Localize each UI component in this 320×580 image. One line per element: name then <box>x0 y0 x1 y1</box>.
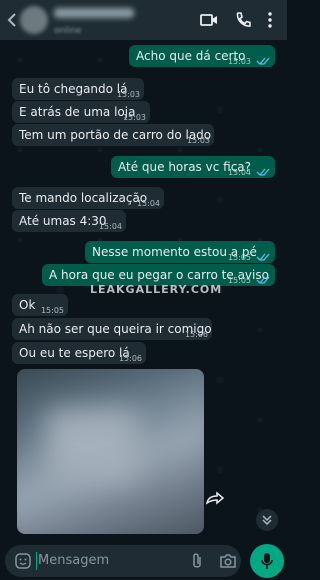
message-time: 15:05 <box>40 306 64 315</box>
attach-icon[interactable] <box>190 552 204 570</box>
message-outgoing[interactable]: Nesse momento estou a pé 15:05 <box>85 241 275 263</box>
contact-status: online <box>54 26 82 36</box>
message-time: 15:03 <box>116 90 140 99</box>
message-outgoing[interactable]: Até que horas vc fica? 15:04 <box>111 156 275 178</box>
microphone-icon <box>260 552 274 570</box>
message-text: Ou eu te espero lá <box>19 346 130 360</box>
message-incoming[interactable]: Ah não ser que queira ir comigo 15:06 <box>12 318 212 340</box>
voice-message-button[interactable] <box>250 544 284 578</box>
message-time: 15:03 <box>227 57 251 66</box>
message-incoming[interactable]: Tem um portão de carro do lado 15:03 <box>12 124 214 146</box>
emoji-icon[interactable] <box>14 552 32 570</box>
message-text: Tem um portão de carro do lado <box>19 128 212 142</box>
video-call-icon[interactable] <box>199 10 219 30</box>
back-arrow-icon[interactable] <box>4 10 20 30</box>
read-ticks-icon <box>256 253 270 261</box>
watermark: LEAKGALLERY.COM <box>90 283 223 296</box>
message-text: Te mando localização <box>19 191 148 205</box>
message-incoming[interactable]: E atrás de uma loja 15:03 <box>12 101 150 123</box>
voice-call-icon[interactable] <box>233 10 253 30</box>
message-incoming[interactable]: Eu tô chegando lá 15:03 <box>12 78 144 100</box>
message-time: 15:06 <box>118 354 142 363</box>
chevron-down-double-icon <box>262 515 272 526</box>
message-time: 15:03 <box>186 136 210 145</box>
message-composer[interactable]: Mensagem <box>5 545 241 577</box>
contact-name[interactable] <box>54 8 134 18</box>
message-time: 15:05 <box>227 253 251 262</box>
message-outgoing[interactable]: Acho que dá certo 15:03 <box>129 45 275 67</box>
forward-icon[interactable] <box>204 490 226 506</box>
message-text: Ok <box>19 298 36 312</box>
read-ticks-icon <box>256 168 270 176</box>
message-incoming[interactable]: Até umas 4:30 15:04 <box>12 210 126 232</box>
chat-header: online <box>0 0 287 40</box>
contact-avatar[interactable] <box>20 6 48 34</box>
message-text: Ah não ser que queira ir comigo <box>19 322 212 336</box>
blurred-media-message[interactable] <box>17 369 204 534</box>
message-time: 15:04 <box>136 199 160 208</box>
message-input[interactable]: Mensagem <box>36 552 109 570</box>
message-incoming[interactable]: Ou eu te espero lá 15:06 <box>12 342 146 364</box>
camera-icon[interactable] <box>219 553 237 569</box>
message-text: Eu tô chegando lá <box>19 82 128 96</box>
more-options-icon[interactable] <box>264 10 284 30</box>
media-image-highlight <box>47 409 137 479</box>
message-time: 15:03 <box>122 113 146 122</box>
message-time: 15:05 <box>227 276 251 285</box>
read-ticks-icon <box>256 57 270 65</box>
message-incoming[interactable]: Te mando localização 15:04 <box>12 187 164 209</box>
message-text: Até umas 4:30 <box>19 214 107 228</box>
message-text: E atrás de uma loja <box>19 105 136 119</box>
message-incoming[interactable]: Ok 15:05 <box>12 294 68 316</box>
read-ticks-icon <box>256 276 270 284</box>
message-time: 15:04 <box>227 168 251 177</box>
message-time: 15:04 <box>98 222 122 231</box>
message-time: 15:06 <box>184 330 208 339</box>
scroll-to-bottom-button[interactable] <box>256 509 278 531</box>
